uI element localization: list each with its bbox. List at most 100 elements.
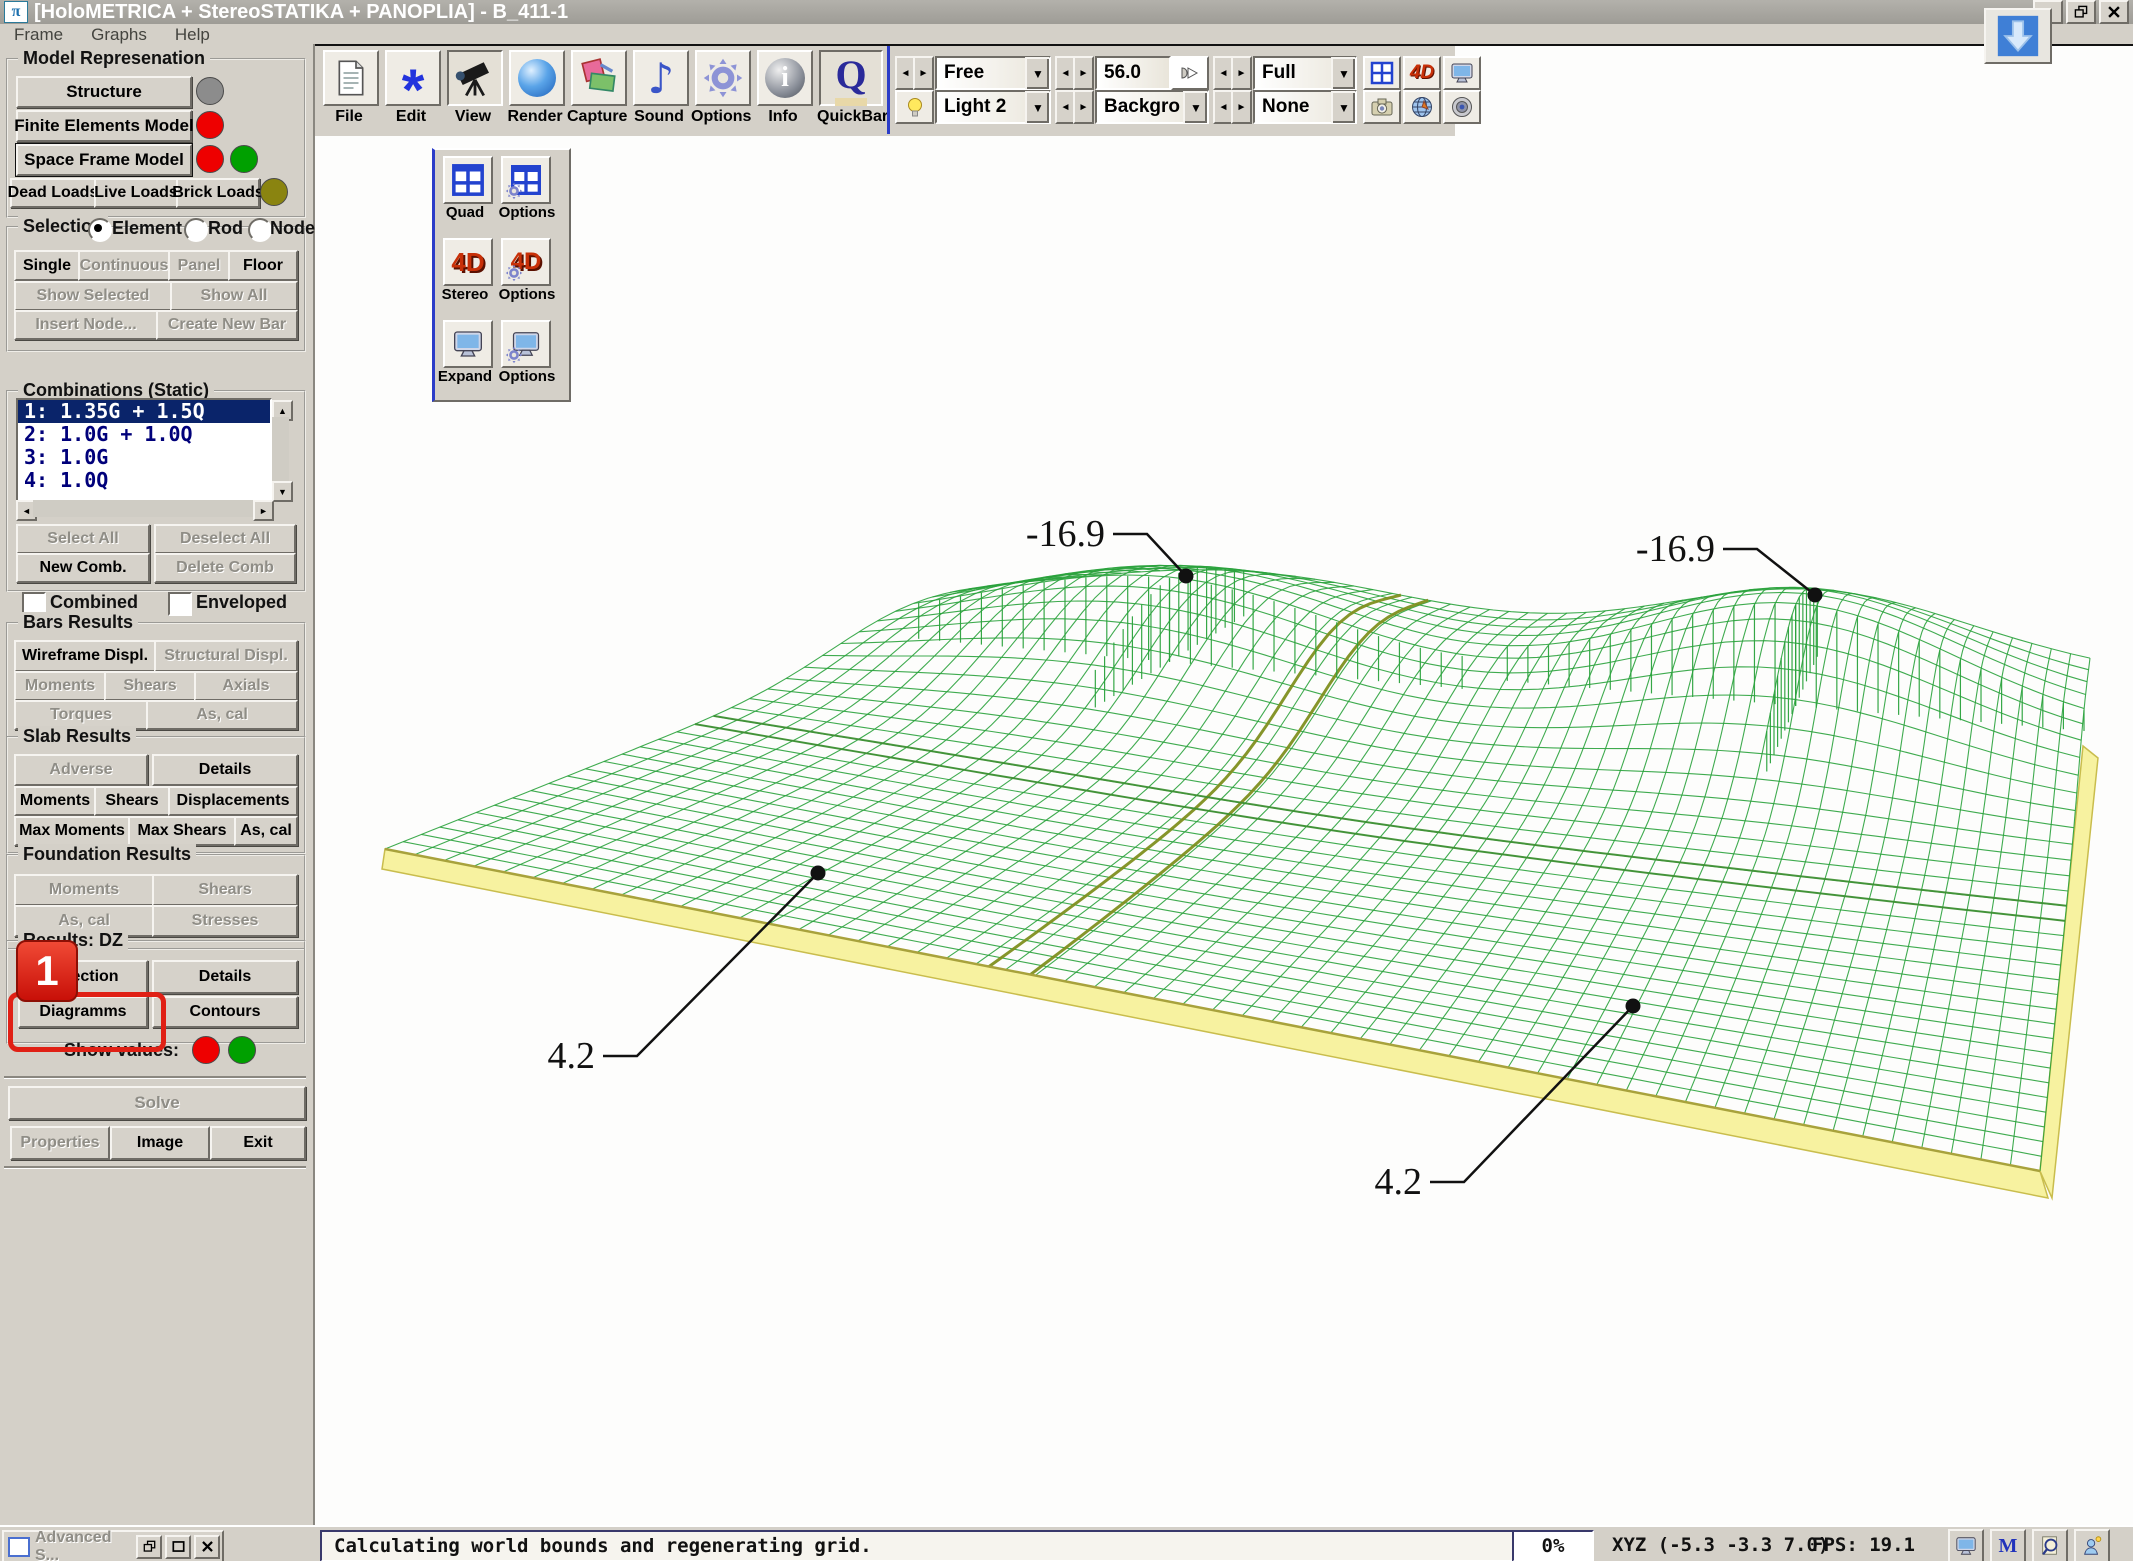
menu-frame[interactable]: Frame	[0, 25, 77, 45]
combinations-list[interactable]: 1: 1.35G + 1.5Q 2: 1.0G + 1.0Q 3: 1.0G 4…	[16, 398, 272, 502]
background-combo[interactable]: Backgro ▼	[1095, 90, 1209, 124]
continuous-button[interactable]: Continuous	[78, 250, 170, 281]
panel-button[interactable]: Panel	[168, 250, 230, 281]
quickbar-button[interactable]: Q	[819, 50, 883, 106]
radio-rod[interactable]	[184, 218, 208, 242]
vertical-scrollbar[interactable]	[272, 417, 289, 481]
displacements-button[interactable]: Displacements	[168, 786, 298, 816]
chevron-down-icon[interactable]: ▼	[1025, 91, 1049, 123]
slab-details-button[interactable]: Details	[152, 754, 298, 786]
create-new-bar-button[interactable]: Create New Bar	[156, 310, 298, 340]
close-button[interactable]	[194, 1535, 220, 1559]
select-all-button[interactable]: Select All	[16, 524, 150, 554]
brick-loads-button[interactable]: Brick Loads	[176, 178, 260, 208]
bars-axials-button[interactable]: Axials	[194, 671, 298, 701]
angle-apply-button[interactable]	[1171, 56, 1209, 90]
minimized-window[interactable]: Advanced S...	[2, 1530, 224, 1561]
chevron-down-icon[interactable]: ▼	[1331, 91, 1355, 123]
expand-view-button[interactable]	[1443, 56, 1481, 90]
restore-button[interactable]	[136, 1535, 162, 1559]
pull-down-panel-button[interactable]	[1984, 8, 2052, 64]
structural-displ-button[interactable]: Structural Displ.	[154, 640, 298, 672]
radio-node[interactable]	[248, 218, 272, 242]
single-button[interactable]: Single	[14, 250, 80, 281]
quad-options-button[interactable]	[501, 156, 551, 204]
bars-as-cal-button[interactable]: As, cal	[146, 700, 298, 730]
background-next-button[interactable]: ►	[1073, 90, 1094, 124]
stereo-4d-button[interactable]: 4D	[1403, 56, 1441, 90]
snapshot-button[interactable]	[1363, 90, 1401, 124]
quad-view-button[interactable]	[1363, 56, 1401, 90]
edit-button[interactable]: *	[385, 50, 441, 106]
list-item[interactable]: 3: 1.0G	[18, 446, 270, 469]
radio-element[interactable]	[88, 218, 112, 242]
detail-next-button[interactable]: ►	[1231, 56, 1252, 90]
show-values-led-green[interactable]	[228, 1036, 256, 1064]
scroll-down-button[interactable]: ▼	[272, 481, 293, 502]
bars-shears-button[interactable]: Shears	[104, 671, 196, 701]
properties-button[interactable]: Properties	[10, 1126, 110, 1160]
slab-moments-button[interactable]: Moments	[14, 786, 96, 816]
assistant-button[interactable]	[2074, 1529, 2110, 1561]
capture-button[interactable]	[571, 50, 627, 106]
audio-button[interactable]	[1443, 90, 1481, 124]
insert-node-button[interactable]: Insert Node...	[14, 310, 158, 340]
stereo-button[interactable]: 4D	[443, 238, 493, 286]
exit-button[interactable]: Exit	[210, 1126, 306, 1160]
chevron-down-icon[interactable]: ▼	[1025, 57, 1049, 89]
chevron-down-icon[interactable]: ▼	[1183, 91, 1207, 123]
show-values-led-red[interactable]	[192, 1036, 220, 1064]
dz-details-button[interactable]: Details	[152, 960, 298, 994]
effect-next-button[interactable]: ►	[1231, 90, 1252, 124]
mode-m-button[interactable]: M	[1990, 1529, 2026, 1561]
view-mode-combo[interactable]: Free ▼	[935, 56, 1051, 90]
solve-button[interactable]: Solve	[8, 1086, 306, 1120]
maximize-button[interactable]	[165, 1535, 191, 1559]
contours-button[interactable]: Contours	[152, 996, 298, 1028]
info-button[interactable]: i	[757, 50, 813, 106]
restore-button[interactable]	[2066, 0, 2096, 24]
wireframe-displ-button[interactable]: Wireframe Displ.	[14, 640, 156, 672]
new-comb-button[interactable]: New Comb.	[16, 553, 150, 583]
render-status-button[interactable]	[1948, 1529, 1984, 1561]
menu-graphs[interactable]: Graphs	[77, 25, 161, 45]
menu-help[interactable]: Help	[161, 25, 224, 45]
horizontal-scrollbar[interactable]	[33, 500, 253, 517]
live-loads-button[interactable]: Live Loads	[94, 178, 178, 208]
detail-combo[interactable]: Full ▼	[1253, 56, 1357, 90]
scroll-right-button[interactable]: ►	[253, 500, 274, 521]
viewport[interactable]: -16.9-16.94.24.2	[313, 44, 2133, 1529]
close-button[interactable]	[2099, 0, 2129, 24]
foundation-moments-button[interactable]: Moments	[14, 874, 154, 906]
adverse-button[interactable]: Adverse	[14, 754, 148, 786]
max-shears-button[interactable]: Max Shears	[128, 816, 236, 846]
enveloped-checkbox[interactable]	[168, 592, 192, 616]
navigate-button[interactable]	[1403, 90, 1441, 124]
angle-next-button[interactable]: ►	[1073, 56, 1094, 90]
expand-options-button[interactable]	[501, 320, 551, 368]
slab-shears-button[interactable]: Shears	[94, 786, 170, 816]
view-mode-next-button[interactable]: ►	[913, 56, 934, 90]
show-selected-button[interactable]: Show Selected	[14, 281, 172, 311]
list-item[interactable]: 2: 1.0G + 1.0Q	[18, 423, 270, 446]
light-toggle-button[interactable]	[895, 90, 934, 124]
finite-elements-model-button[interactable]: Finite Elements Model	[16, 110, 192, 142]
show-all-button[interactable]: Show All	[170, 281, 298, 311]
slab-as-cal-button[interactable]: As, cal	[234, 816, 298, 846]
image-button[interactable]: Image	[110, 1126, 210, 1160]
expand-button[interactable]	[443, 320, 493, 368]
render-button[interactable]	[509, 50, 565, 106]
options-button[interactable]	[695, 50, 751, 106]
file-button[interactable]	[323, 50, 379, 106]
quad-button[interactable]	[443, 156, 493, 204]
effect-combo[interactable]: None ▼	[1253, 90, 1357, 124]
list-item[interactable]: 4: 1.0Q	[18, 469, 270, 492]
sound-button[interactable]: ♪	[633, 50, 689, 106]
max-moments-button[interactable]: Max Moments	[14, 816, 130, 846]
zoom-tool-button[interactable]	[2032, 1529, 2068, 1561]
structure-button[interactable]: Structure	[16, 76, 192, 108]
floor-button[interactable]: Floor	[228, 250, 298, 281]
view-button[interactable]	[447, 50, 503, 106]
deselect-all-button[interactable]: Deselect All	[154, 524, 296, 554]
list-item[interactable]: 1: 1.35G + 1.5Q	[18, 400, 270, 423]
